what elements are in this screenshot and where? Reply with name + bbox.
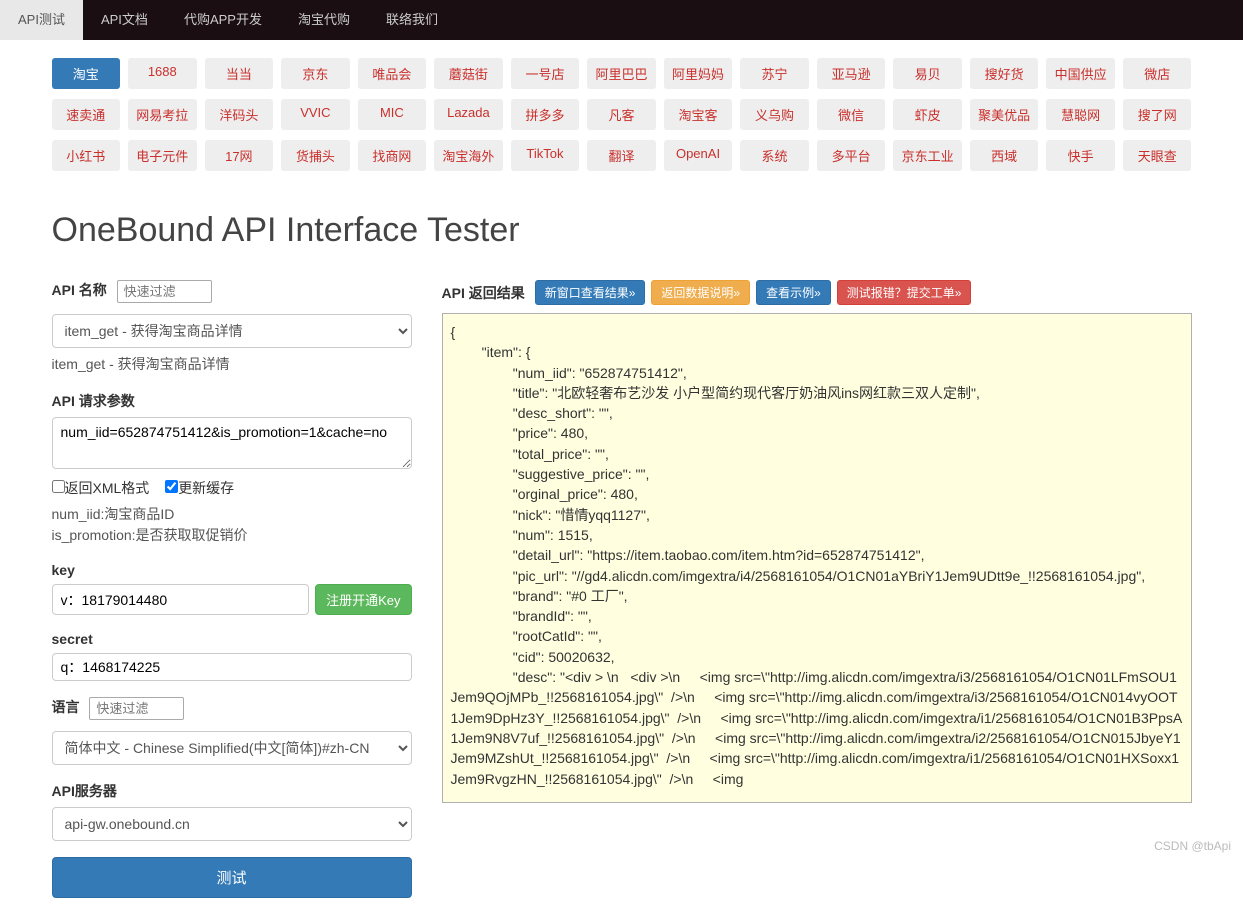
platform-tag[interactable]: 找商网	[358, 140, 427, 171]
lang-filter-input[interactable]	[89, 697, 184, 720]
platform-tag[interactable]: OpenAI	[664, 140, 733, 171]
platform-tags: 淘宝1688 当当京东唯品会蘑菇街一号店阿里巴巴阿里妈妈苏宁亚马逊易贝搜好货中国供…	[52, 40, 1192, 191]
lang-select[interactable]: 简体中文 - Chinese Simplified(中文[简体])#zh-CN	[52, 731, 412, 765]
lang-label: 语言	[52, 697, 80, 717]
platform-tag[interactable]: 义乌购	[740, 99, 809, 130]
key-label: key	[52, 562, 75, 578]
platform-tag[interactable]: 微信	[817, 99, 886, 130]
platform-tag[interactable]: 京东工业	[893, 140, 962, 171]
report-error-button[interactable]: 测试报错？提交工单»	[837, 280, 972, 305]
page-title: OneBound API Interface Tester	[52, 211, 1192, 250]
platform-tag[interactable]: 洋码头	[205, 99, 274, 130]
platform-tag[interactable]: 蘑菇街	[434, 58, 503, 89]
platform-tag[interactable]: 唯品会	[358, 58, 427, 89]
platform-tag[interactable]: 快手	[1046, 140, 1115, 171]
platform-tag[interactable]: 中国供应	[1046, 58, 1115, 89]
result-panel: API 返回结果 新窗口查看结果» 返回数据说明» 查看示例» 测试报错？提交工…	[442, 280, 1192, 914]
platform-tag[interactable]: 阿里妈妈	[664, 58, 733, 89]
xml-checkbox[interactable]	[52, 480, 65, 493]
params-label: API 请求参数	[52, 391, 135, 411]
result-textarea[interactable]	[442, 313, 1192, 803]
platform-tag[interactable]: TikTok	[511, 140, 580, 171]
watermark: CSDN @tbApi	[1154, 839, 1231, 853]
platform-tag[interactable]: 多平台	[817, 140, 886, 171]
platform-tag[interactable]: 翻译	[587, 140, 656, 171]
platform-tag[interactable]: 亚马逊	[817, 58, 886, 89]
platform-tag[interactable]: 一号店	[511, 58, 580, 89]
platform-tag[interactable]: 天眼查	[1123, 140, 1192, 171]
topnav-tab[interactable]: API文档	[83, 0, 166, 40]
register-key-button[interactable]: 注册开通Key	[315, 584, 411, 615]
top-nav: API测试API文档代购APP开发淘宝代购联络我们	[0, 0, 1243, 40]
topnav-tab[interactable]: 代购APP开发	[166, 0, 280, 40]
platform-tag[interactable]: 淘宝客	[664, 99, 733, 130]
param-help-2: is_promotion:是否获取取促销价	[52, 525, 412, 546]
cache-checkbox-label[interactable]: 更新缓存	[165, 480, 234, 496]
new-window-button[interactable]: 新窗口查看结果»	[535, 280, 646, 305]
secret-input[interactable]	[52, 653, 412, 681]
platform-tag[interactable]: 聚美优品	[970, 99, 1039, 130]
platform-tag[interactable]: 系统	[740, 140, 809, 171]
api-select[interactable]: item_get - 获得淘宝商品详情	[52, 314, 412, 348]
platform-tag[interactable]: 小红书	[52, 140, 121, 171]
secret-label: secret	[52, 631, 93, 647]
request-form: API 名称 item_get - 获得淘宝商品详情 item_get - 获得…	[52, 280, 412, 914]
platform-tag[interactable]: 网易考拉	[128, 99, 197, 130]
data-desc-button[interactable]: 返回数据说明»	[651, 280, 750, 305]
platform-tag[interactable]: 淘宝	[52, 58, 121, 89]
platform-tag[interactable]: 搜了网	[1123, 99, 1192, 130]
api-selected-text: item_get - 获得淘宝商品详情	[52, 354, 412, 375]
platform-tag[interactable]: 淘宝海外	[434, 140, 503, 171]
topnav-tab[interactable]: API测试	[0, 0, 83, 40]
platform-tag[interactable]: 阿里巴巴	[587, 58, 656, 89]
view-example-button[interactable]: 查看示例»	[756, 280, 831, 305]
platform-tag[interactable]: 当当	[205, 58, 274, 89]
platform-tag[interactable]: 慧聪网	[1046, 99, 1115, 130]
server-label: API服务器	[52, 781, 117, 801]
platform-tag[interactable]: 虾皮	[893, 99, 962, 130]
platform-tag[interactable]: 速卖通	[52, 99, 121, 130]
params-textarea[interactable]	[52, 417, 412, 469]
api-name-filter-input[interactable]	[117, 280, 212, 303]
api-name-label: API 名称	[52, 280, 107, 300]
platform-tag[interactable]: 凡客	[587, 99, 656, 130]
platform-tag[interactable]: 京东	[281, 58, 350, 89]
platform-tag[interactable]: 西域	[970, 140, 1039, 171]
platform-tag[interactable]: 苏宁	[740, 58, 809, 89]
platform-tag[interactable]: MIC	[358, 99, 427, 130]
platform-tag[interactable]: 电子元件	[128, 140, 197, 171]
platform-tag[interactable]: 微店	[1123, 58, 1192, 89]
platform-tag[interactable]: 拼多多	[511, 99, 580, 130]
key-input[interactable]	[52, 584, 310, 615]
platform-tag[interactable]: 易贝	[893, 58, 962, 89]
xml-checkbox-label[interactable]: 返回XML格式	[52, 480, 150, 496]
cache-checkbox[interactable]	[165, 480, 178, 493]
topnav-tab[interactable]: 淘宝代购	[280, 0, 368, 40]
platform-tag[interactable]: 17网	[205, 140, 274, 171]
platform-tag[interactable]: 搜好货	[970, 58, 1039, 89]
platform-tag[interactable]: Lazada	[434, 99, 503, 130]
server-select[interactable]: api-gw.onebound.cn	[52, 807, 412, 841]
submit-button[interactable]: 测试	[52, 857, 412, 898]
platform-tag[interactable]: VVIC	[281, 99, 350, 130]
topnav-tab[interactable]: 联络我们	[368, 0, 456, 40]
platform-tag[interactable]: 1688	[128, 58, 197, 89]
platform-tag[interactable]: 货捕头	[281, 140, 350, 171]
param-help-1: num_iid:淘宝商品ID	[52, 504, 412, 525]
result-label: API 返回结果	[442, 283, 525, 303]
